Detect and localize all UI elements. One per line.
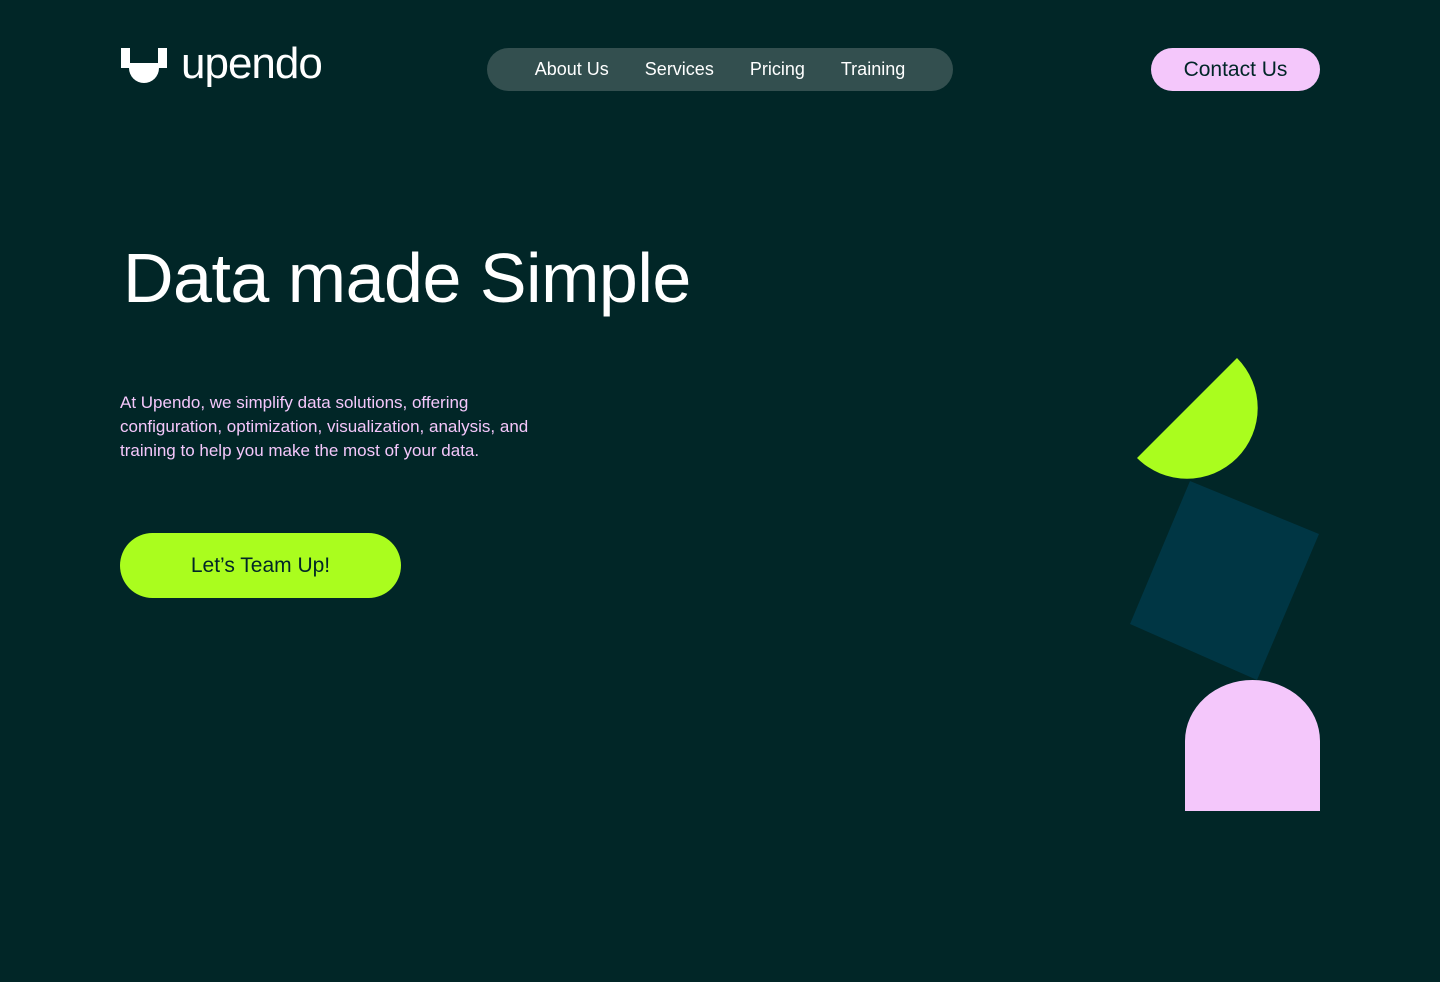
hero-title: Data made Simple — [123, 239, 691, 317]
nav-item-about-us[interactable]: About Us — [535, 59, 609, 80]
nav-item-pricing[interactable]: Pricing — [750, 59, 805, 80]
contact-us-button[interactable]: Contact Us — [1151, 48, 1320, 91]
arch-shape — [1185, 680, 1320, 811]
hero-description: At Upendo, we simplify data solutions, o… — [120, 393, 529, 460]
nav-item-training[interactable]: Training — [841, 59, 905, 80]
brand-name: upendo — [181, 39, 323, 88]
brand-logo[interactable]: upendo — [121, 42, 323, 90]
team-up-button[interactable]: Let’s Team Up! — [120, 533, 401, 598]
tilted-square-shape — [1130, 481, 1319, 680]
upendo-u-mark-icon — [121, 48, 167, 83]
decorative-shapes — [1130, 358, 1320, 811]
half-circle-shape — [1137, 358, 1258, 479]
landing-page: upendo About Us Services Pricing Trainin… — [0, 0, 1440, 982]
nav-item-services[interactable]: Services — [645, 59, 714, 80]
main-nav: About Us Services Pricing Training — [487, 48, 953, 91]
